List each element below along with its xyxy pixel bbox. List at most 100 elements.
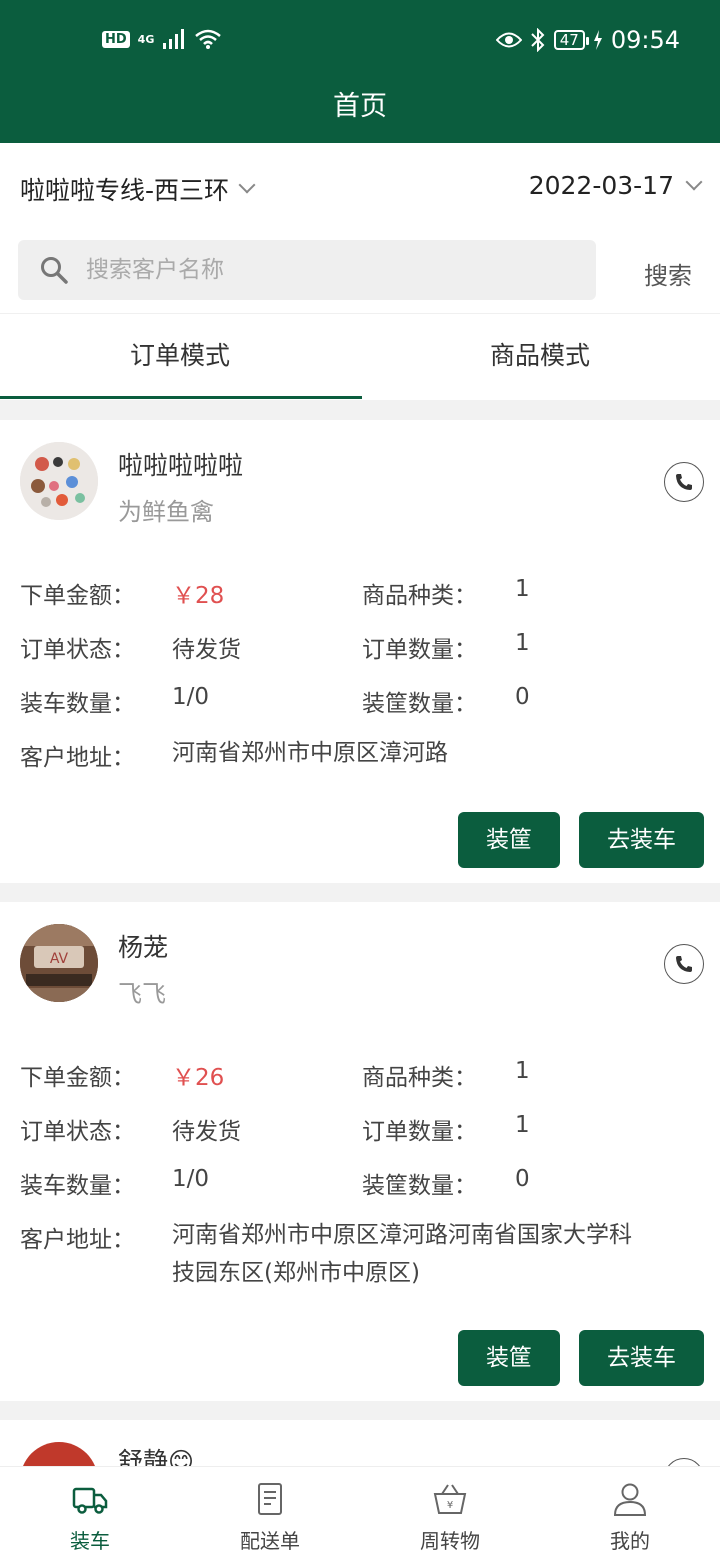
- truck-icon: [72, 1487, 108, 1514]
- amount-label: 下单金额：: [20, 583, 135, 609]
- eye-icon: [495, 32, 522, 48]
- bluetooth-icon: [531, 28, 545, 52]
- route-label: 啦啦啦专线-西三环: [20, 176, 230, 205]
- chevron-down-icon: [685, 173, 703, 190]
- search-bar: 搜索: [0, 228, 720, 313]
- address-value: 河南省郑州市中原区漳河路河南省国家大学科技园东区(郑州市中原区): [172, 1222, 632, 1286]
- filter-bar: 啦啦啦专线-西三环 2022-03-17: [0, 143, 720, 228]
- nav-label: 配送单: [240, 1529, 300, 1553]
- search-icon: [41, 257, 68, 284]
- quantity-value: 1: [515, 630, 530, 656]
- wifi-icon: [195, 29, 222, 49]
- order-card: AV 杨茏 飞飞 下单金额： ￥26 商品种类： 1 订单状态： 待发货 订单数…: [0, 902, 720, 1401]
- field-row: 装车数量： 1/0 装筐数量： 0: [0, 1166, 720, 1199]
- bottom-nav: 装车 配送单 ¥ 周转物 我的: [0, 1466, 720, 1560]
- load-qty-label: 装车数量：: [20, 1173, 135, 1199]
- signal-icon: [163, 29, 185, 49]
- date-label: 2022-03-17: [528, 171, 674, 200]
- basket-qty-value: 0: [515, 684, 530, 710]
- phone-icon: [676, 956, 692, 972]
- nav-item-load[interactable]: 装车: [0, 1467, 180, 1560]
- hd-badge: HD: [102, 30, 130, 48]
- customer-name: 舒静😊: [118, 1447, 195, 1466]
- field-row: 装车数量： 1/0 装筐数量： 0: [0, 684, 720, 717]
- amount-value: ￥26: [172, 1065, 225, 1091]
- svg-text:AV: AV: [50, 951, 69, 967]
- address-value: 河南省郑州市中原区漳河路: [172, 740, 448, 766]
- clock-time: 09:54: [610, 26, 680, 54]
- charging-icon: [593, 30, 602, 50]
- order-card: 舒静😊: [0, 1420, 720, 1466]
- avatar-image: AV: [20, 924, 98, 1002]
- avatar: [20, 1442, 98, 1466]
- basket-button[interactable]: 装筐: [458, 1330, 560, 1386]
- category-value: 1: [515, 576, 530, 602]
- status-value: 待发货: [172, 1119, 241, 1145]
- phone-button[interactable]: [664, 944, 704, 984]
- status-value: 待发货: [172, 637, 241, 663]
- field-row: 订单状态： 待发货 订单数量： 1: [0, 630, 720, 663]
- status-bar: HD 4G 47 09:54: [0, 22, 720, 62]
- quantity-label: 订单数量：: [362, 637, 477, 663]
- tab-product-mode[interactable]: 商品模式: [360, 314, 720, 401]
- address-label: 客户地址：: [20, 745, 135, 771]
- phone-button[interactable]: [664, 1458, 704, 1466]
- field-row: 下单金额： ￥28 商品种类： 1: [0, 576, 720, 609]
- load-qty-label: 装车数量：: [20, 691, 135, 717]
- basket-button[interactable]: 装筐: [458, 812, 560, 868]
- status-label: 订单状态：: [20, 637, 135, 663]
- field-row: 订单状态： 待发货 订单数量： 1: [0, 1112, 720, 1145]
- avatar-image: [20, 442, 98, 520]
- nav-item-mine[interactable]: 我的: [540, 1467, 720, 1560]
- customer-name: 啦啦啦啦啦: [118, 451, 244, 480]
- avatar: [20, 442, 98, 520]
- category-label: 商品种类：: [362, 583, 477, 609]
- tab-order-mode[interactable]: 订单模式: [0, 314, 362, 401]
- quantity-value: 1: [515, 1112, 530, 1138]
- address-label: 客户地址：: [20, 1227, 135, 1253]
- amount-label: 下单金额：: [20, 1065, 135, 1091]
- nav-label: 周转物: [420, 1529, 480, 1553]
- search-input[interactable]: [86, 257, 526, 283]
- customer-name: 杨茏: [118, 933, 169, 962]
- avatar: AV: [20, 924, 98, 1002]
- go-load-button[interactable]: 去装车: [579, 1330, 704, 1386]
- nav-item-turnover[interactable]: ¥ 周转物: [360, 1467, 540, 1560]
- date-select[interactable]: 2022-03-17: [528, 171, 703, 200]
- basket-icon: ¥: [433, 1484, 467, 1514]
- status-label: 订单状态：: [20, 1119, 135, 1145]
- order-card: 啦啦啦啦啦 为鲜鱼禽 下单金额： ￥28 商品种类： 1 订单状态： 待发货 订…: [0, 420, 720, 883]
- search-button[interactable]: 搜索: [644, 256, 692, 291]
- basket-qty-label: 装筐数量：: [362, 1173, 477, 1199]
- mode-tabs: 订单模式 商品模式: [0, 313, 720, 400]
- category-value: 1: [515, 1058, 530, 1084]
- route-select[interactable]: 啦啦啦专线-西三环: [20, 171, 256, 207]
- amount-value: ￥28: [172, 583, 225, 609]
- nav-label: 我的: [610, 1529, 650, 1553]
- receipt-icon: [258, 1483, 282, 1515]
- basket-qty-label: 装筐数量：: [362, 691, 477, 717]
- load-qty-value: 1/0: [172, 1166, 210, 1192]
- status-left: HD 4G: [102, 28, 222, 50]
- load-qty-value: 1/0: [172, 684, 210, 710]
- status-right: 47 09:54: [495, 26, 680, 54]
- app-header: HD 4G 47 09:54 首页: [0, 0, 720, 143]
- customer-subtitle: 为鲜鱼禽: [118, 498, 214, 526]
- go-load-button[interactable]: 去装车: [579, 812, 704, 868]
- field-row: 下单金额： ￥26 商品种类： 1: [0, 1058, 720, 1091]
- chevron-down-icon: [238, 176, 256, 194]
- page-title: 首页: [333, 91, 387, 122]
- customer-subtitle: 飞飞: [118, 980, 166, 1008]
- phone-icon: [676, 474, 692, 490]
- basket-qty-value: 0: [515, 1166, 530, 1192]
- phone-button[interactable]: [664, 462, 704, 502]
- svg-text:¥: ¥: [447, 1500, 453, 1511]
- battery-indicator: 47: [553, 30, 589, 50]
- quantity-label: 订单数量：: [362, 1119, 477, 1145]
- search-box[interactable]: [18, 240, 596, 300]
- network-label: 4G: [137, 32, 155, 46]
- user-icon: [613, 1483, 647, 1516]
- nav-label: 装车: [70, 1529, 110, 1553]
- category-label: 商品种类：: [362, 1065, 477, 1091]
- nav-item-delivery[interactable]: 配送单: [180, 1467, 360, 1560]
